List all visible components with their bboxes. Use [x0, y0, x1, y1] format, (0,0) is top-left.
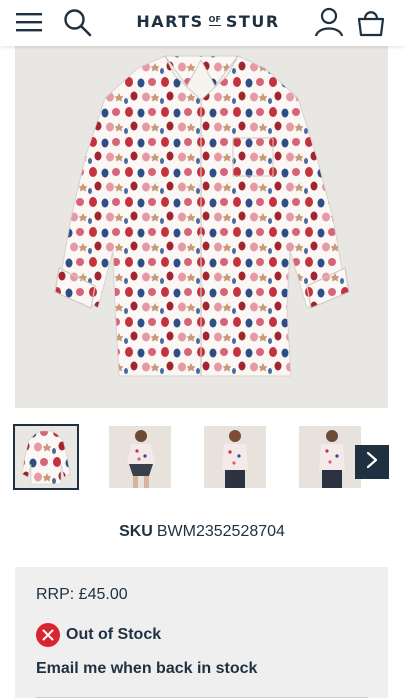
thumb-model-side[interactable]: [299, 426, 361, 488]
thumbnail-strip: [13, 424, 389, 490]
site-header: HARTS OF STUR: [0, 0, 404, 46]
email-back-in-stock-link[interactable]: Email me when back in stock: [36, 660, 257, 678]
search-icon[interactable]: [60, 5, 94, 39]
stock-panel: RRP: £45.00 Out of Stock Email me when b…: [15, 567, 388, 698]
basket-icon[interactable]: [354, 5, 388, 39]
sku-label: SKU: [119, 523, 153, 540]
brand-logo-of: OF: [208, 15, 221, 26]
chevron-right-icon: [365, 451, 379, 474]
account-icon[interactable]: [312, 5, 346, 39]
next-thumbnail-button[interactable]: [355, 445, 389, 479]
product-sku: SKU BWM2352528704: [0, 523, 404, 541]
thumb-shirt-flat[interactable]: [13, 424, 79, 490]
thumb-model-seated[interactable]: [109, 426, 171, 488]
brand-logo[interactable]: HARTS OF STUR: [118, 9, 298, 33]
thumb-model-front[interactable]: [204, 426, 266, 488]
rrp-price: RRP: £45.00: [36, 586, 128, 603]
stock-status-label: Out of Stock: [66, 626, 162, 643]
sku-value: BWM2352528704: [156, 523, 285, 540]
menu-icon[interactable]: [12, 5, 46, 39]
out-of-stock-icon: [36, 623, 60, 647]
brand-logo-right: STUR: [225, 11, 280, 31]
brand-logo-left: HARTS: [136, 11, 204, 31]
stock-status: Out of Stock: [36, 623, 161, 647]
product-main-image[interactable]: [15, 46, 388, 408]
